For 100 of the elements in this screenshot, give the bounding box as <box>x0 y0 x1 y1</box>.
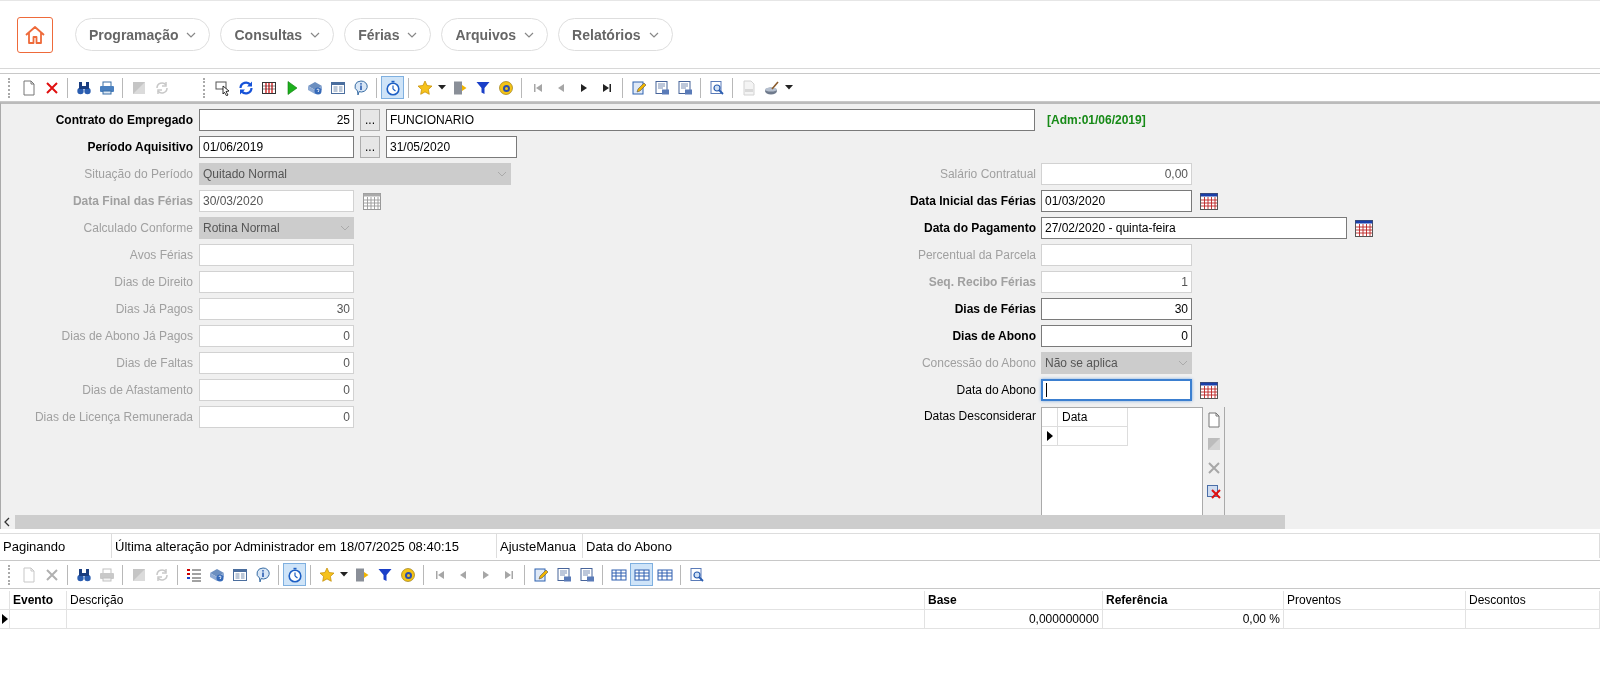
table-icon <box>656 566 673 583</box>
field-label: Salário Contratual <box>938 166 1036 181</box>
grid-icon <box>260 79 277 96</box>
filter-icon <box>376 566 393 583</box>
input-field[interactable]: 25 <box>199 108 354 131</box>
door-icon <box>451 79 468 96</box>
table-icon <box>633 566 650 583</box>
status-text: AjusteManua <box>497 534 583 558</box>
column-header: Data <box>1058 408 1128 427</box>
field-label: Dias de Direito <box>113 274 193 289</box>
edit-icon <box>532 566 549 583</box>
column-header[interactable]: Referência <box>1103 591 1284 610</box>
field-label: Dias de Licença Remunerada <box>33 409 193 424</box>
field-label: Data Inicial das Férias <box>908 193 1036 208</box>
report-icon <box>676 79 693 96</box>
menu-button[interactable]: Férias <box>344 18 432 51</box>
field-label: Dias de Férias <box>953 301 1036 316</box>
menu-button[interactable]: Programação <box>75 18 211 51</box>
lookup-button[interactable]: ... <box>360 135 380 158</box>
menu-button[interactable]: Consultas <box>220 18 335 51</box>
field-label: Dias de Afastamento <box>81 382 193 397</box>
star-icon <box>416 79 433 96</box>
admission-note: [Adm:01/06/2019] <box>1047 112 1146 127</box>
field-label: Situação do Período <box>83 166 193 181</box>
field-label: Dias de Abono <box>951 328 1036 343</box>
menu-button[interactable]: Arquivos <box>441 18 549 51</box>
caret-icon <box>785 85 793 90</box>
field-label: Dias Já Pagos <box>114 301 193 316</box>
chevron-down-icon <box>524 31 535 38</box>
chevron-down-icon <box>186 31 197 38</box>
form-icon <box>329 79 346 96</box>
document-icon <box>1205 412 1222 428</box>
info-icon <box>352 79 369 96</box>
ring-icon <box>497 79 514 96</box>
field-label: Período Aquisitivo <box>86 139 193 154</box>
help-icon <box>306 79 323 96</box>
input-field[interactable]: 01/06/2019 <box>199 135 354 158</box>
column-header[interactable]: Descontos <box>1466 591 1600 610</box>
scroll-left-icon[interactable] <box>3 517 11 527</box>
brush-icon <box>763 79 780 96</box>
toolbar-button[interactable] <box>283 563 306 586</box>
field-label: Dias de Abono Já Pagos <box>60 328 193 343</box>
help-icon <box>208 566 225 583</box>
stopwatch-icon <box>384 79 401 96</box>
filter-icon <box>474 79 491 96</box>
cross-icon <box>43 79 60 96</box>
chevron-down-icon <box>407 31 418 38</box>
scrollbar-thumb[interactable] <box>15 515 1285 529</box>
column-header[interactable]: Base <box>925 591 1103 610</box>
clear-icon <box>1205 484 1222 500</box>
table-icon <box>610 566 627 583</box>
calendar-icon[interactable] <box>1200 380 1218 399</box>
save-icon <box>130 79 147 96</box>
input-field[interactable]: 0 <box>1041 324 1192 347</box>
column-header[interactable]: Proventos <box>1284 591 1466 610</box>
cursor-icon <box>214 79 231 96</box>
date-field[interactable] <box>1041 378 1192 401</box>
star-icon <box>318 566 335 583</box>
preview-icon <box>688 566 705 583</box>
info-icon <box>254 566 271 583</box>
lookup-button[interactable]: ... <box>360 108 380 131</box>
report-icon <box>653 79 670 96</box>
date-field[interactable]: 27/02/2020 - quinta-feira <box>1041 216 1347 239</box>
calendar-icon[interactable] <box>1200 191 1218 210</box>
binoculars-icon <box>75 79 92 96</box>
input-field[interactable]: 31/05/2020 <box>386 135 517 158</box>
column-header[interactable]: Descrição <box>67 591 925 610</box>
field-label: Seq. Recibo Férias <box>927 274 1036 289</box>
chevron-down-icon <box>497 170 507 177</box>
form-icon <box>231 566 248 583</box>
field-label: Percentual da Parcela <box>916 247 1036 262</box>
date-field[interactable]: 01/03/2020 <box>1041 189 1192 212</box>
save-icon <box>130 566 147 583</box>
preview-icon <box>708 79 725 96</box>
toolbar-button[interactable] <box>381 76 404 99</box>
column-header[interactable]: Evento <box>10 591 67 610</box>
refresh-icon <box>153 79 170 96</box>
printer-icon <box>98 79 115 96</box>
field-label: Contrato do Empregado <box>54 112 193 127</box>
calendar-icon[interactable] <box>1355 218 1373 237</box>
table-cell: 0,000000000 <box>925 610 1103 629</box>
sync-icon <box>237 79 254 96</box>
field-label: Calculado Conforme <box>82 220 193 235</box>
home-button[interactable] <box>17 16 53 53</box>
status-text: Última alteração por Administrador em 18/07/2025 08:40:15 <box>112 534 497 558</box>
chevron-down-icon <box>648 31 659 38</box>
field-label: Data Final das Férias <box>71 193 193 208</box>
field-label: Dias de Faltas <box>115 355 193 370</box>
status-text: Data do Abono <box>583 534 1600 558</box>
ring-icon <box>399 566 416 583</box>
menu-button[interactable]: Relatórios <box>558 18 673 51</box>
binoculars-icon <box>75 566 92 583</box>
field-label: Datas Desconsiderar <box>922 408 1036 425</box>
report-icon <box>578 566 595 583</box>
field-label: Data do Abono <box>955 382 1036 397</box>
input-field[interactable]: 30 <box>1041 297 1192 320</box>
input-field[interactable]: FUNCIONARIO <box>386 108 1035 131</box>
stopwatch-icon <box>286 566 303 583</box>
list-icon <box>185 566 202 583</box>
status-text: Paginando <box>0 534 112 558</box>
